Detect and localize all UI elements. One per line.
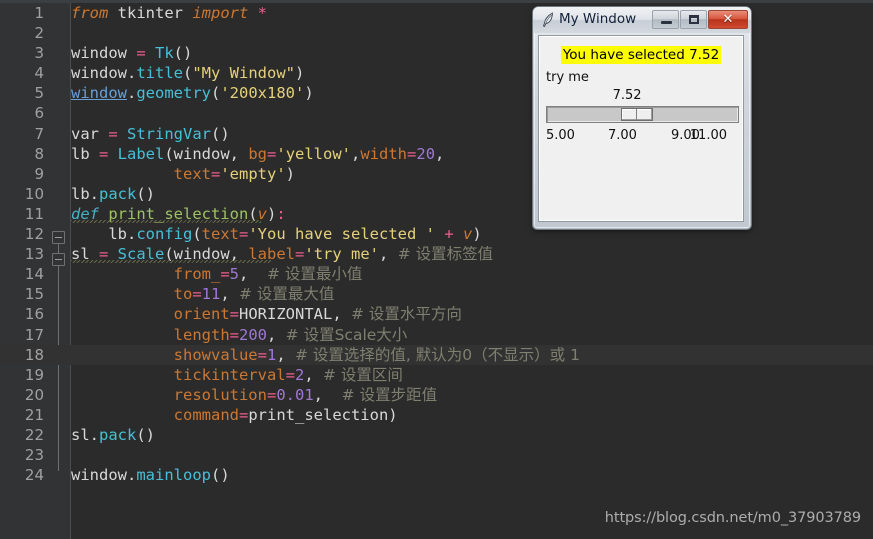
scale-tick: 7.00 xyxy=(608,128,637,143)
maximize-button[interactable] xyxy=(680,10,707,29)
line-number: 23 xyxy=(24,446,44,465)
line-number: 4 xyxy=(34,64,44,83)
selection-label-text: You have selected 7.52 xyxy=(560,46,722,64)
line-number: 1 xyxy=(34,4,44,22)
line-number: 2 xyxy=(34,24,44,43)
code-line: 20 resolution=0.01, # 设置步距值 xyxy=(0,385,873,405)
line-number: 16 xyxy=(24,305,44,324)
code-line: 19 tickinterval=2, # 设置区间 xyxy=(0,365,873,385)
line-number: 11 xyxy=(24,204,44,223)
code-line: 16 orient=HORIZONTAL, # 设置水平方向 xyxy=(0,304,873,324)
scale-tick: 11.00 xyxy=(689,128,727,143)
close-icon: ✕ xyxy=(722,12,734,27)
code-text: tickinterval=2, # 设置区间 xyxy=(173,365,403,384)
code-text: window = Tk() xyxy=(71,44,193,63)
code-text: to=11, # 设置最大值 xyxy=(173,285,335,304)
line-number: 5 xyxy=(34,84,44,103)
code-text: length=200, # 设置Scale大小 xyxy=(173,325,408,344)
line-number: 10 xyxy=(24,184,44,203)
code-text: lb.pack() xyxy=(71,184,155,203)
line-number: 17 xyxy=(24,325,44,344)
code-text: command=print_selection) xyxy=(173,405,398,424)
line-number: 3 xyxy=(34,44,44,63)
selection-label: You have selected 7.52 xyxy=(539,44,743,64)
code-text: window.title("My Window") xyxy=(71,64,305,83)
scale-label: try me xyxy=(546,70,589,85)
code-text: text='empty') xyxy=(173,164,295,183)
code-text: from_=5, # 设置最小值 xyxy=(173,265,363,284)
minimize-button[interactable] xyxy=(652,10,679,29)
code-line-current[interactable]: 18 showvalue=1, # 设置选择的值, 默认为0（不显示）或 1 xyxy=(0,344,873,365)
code-line: 15 to=11, # 设置最大值 xyxy=(0,284,873,304)
code-line: 21 command=print_selection) xyxy=(0,405,873,425)
line-number: 12 xyxy=(24,225,44,244)
scale-slider-handle[interactable] xyxy=(621,108,654,121)
code-text: lb.config(text='You have selected ' + v) xyxy=(71,225,482,244)
code-line: 17 length=200, # 设置Scale大小 xyxy=(0,325,873,345)
scale-ticks: 5.00 7.00 9.00 11.00 xyxy=(546,128,739,146)
watermark-text: https://blog.csdn.net/m0_37903789 xyxy=(604,510,861,526)
line-number: 6 xyxy=(34,104,44,123)
code-line: 24 window.mainloop() xyxy=(0,465,873,485)
code-line: 13 sl = Scale(window, label='try me', # 设… xyxy=(0,244,873,264)
line-number: 19 xyxy=(24,365,44,384)
line-number: 13 xyxy=(24,245,44,264)
line-number: 9 xyxy=(34,164,44,183)
scale-widget[interactable]: try me 7.52 5.00 7.00 9.00 11.00 xyxy=(546,70,739,143)
code-text: showvalue=1, # 设置选择的值, 默认为0（不显示）或 1 xyxy=(173,345,580,364)
line-number: 21 xyxy=(24,405,44,424)
code-text: resolution=0.01, # 设置步距值 xyxy=(173,385,438,404)
window-titlebar[interactable]: My Window ✕ xyxy=(533,7,751,33)
scale-trough[interactable] xyxy=(546,106,739,123)
scale-tick: 5.00 xyxy=(546,128,575,143)
close-button[interactable]: ✕ xyxy=(708,10,748,29)
code-text: from tkinter import * xyxy=(71,4,267,22)
code-line: 23 xyxy=(0,445,873,465)
line-number: 20 xyxy=(24,385,44,404)
code-line: 22 sl.pack() xyxy=(0,425,873,445)
code-text: orient=HORIZONTAL, # 设置水平方向 xyxy=(173,305,462,324)
line-number: 14 xyxy=(24,265,44,284)
code-text: sl.pack() xyxy=(71,425,155,444)
minimize-icon xyxy=(661,21,672,24)
code-text: window.mainloop() xyxy=(71,466,230,485)
screenshot-root: 1 from tkinter import * 2 3 window = Tk() … xyxy=(0,0,873,539)
line-number: 8 xyxy=(34,144,44,163)
maximize-icon xyxy=(689,15,699,24)
window-title: My Window xyxy=(559,11,637,27)
window-client-area: You have selected 7.52 try me 7.52 5.00 … xyxy=(538,35,744,222)
line-number: 7 xyxy=(34,124,44,143)
code-text: window.geometry('200x180') xyxy=(71,84,314,103)
code-text: var = StringVar() xyxy=(71,124,230,143)
line-number: 24 xyxy=(24,466,44,485)
scale-value: 7.52 xyxy=(612,88,642,103)
line-number: 22 xyxy=(24,425,44,444)
feather-icon xyxy=(543,12,553,27)
code-line: 14 from_=5, # 设置最小值 xyxy=(0,264,873,284)
window-controls[interactable]: ✕ xyxy=(652,10,748,29)
tkinter-window[interactable]: My Window ✕ You have selected 7.52 try m… xyxy=(533,7,751,229)
line-number: 18 xyxy=(24,345,44,364)
code-text: lb = Label(window, bg='yellow',width=20, xyxy=(71,144,445,163)
line-number: 15 xyxy=(24,285,44,304)
